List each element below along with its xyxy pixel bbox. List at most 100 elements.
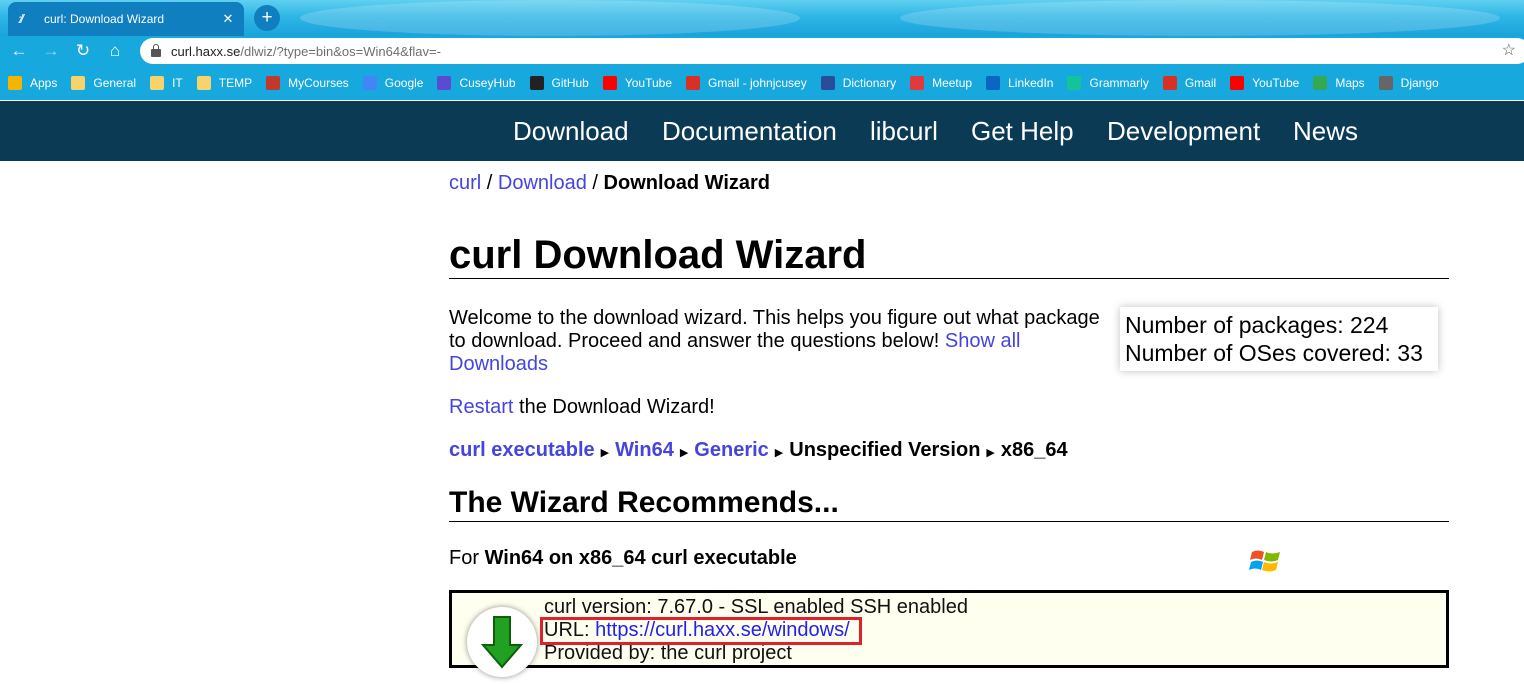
tab-title: curl: Download Wizard (44, 12, 165, 26)
bookmark-label: Gmail - johnjcusey (708, 76, 807, 90)
nav-get-help[interactable]: Get Help (971, 116, 1074, 147)
dictionary-icon (820, 76, 835, 90)
packages-count: Number of packages: 224 (1125, 312, 1389, 338)
bookmark-item[interactable]: Maps (1313, 76, 1365, 90)
breadcrumb-current: Download Wizard (603, 172, 771, 194)
mycourses-icon (266, 76, 281, 90)
provider-text: Provided by: the curl project (544, 642, 792, 664)
bookmark-item[interactable]: Gmail (1162, 76, 1217, 90)
bookmark-item[interactable]: Django (1378, 76, 1439, 90)
gmail-icon (686, 76, 701, 90)
address-toolbar: ← → ↻ ⌂ curl.haxx.se/dlwiz/?type=bin&os=… (0, 36, 1524, 66)
bookmark-label: Django (1400, 76, 1439, 90)
background-wave (900, 0, 1500, 36)
step-arrow-icon: ▶ (774, 447, 784, 459)
download-button[interactable] (467, 607, 537, 677)
bookmark-item[interactable]: General (71, 76, 136, 90)
bookmark-item[interactable]: Apps (8, 76, 57, 90)
globe-icon (1378, 76, 1393, 90)
page-title: curl Download Wizard (449, 233, 867, 277)
step-arrow-icon: ▶ (679, 447, 689, 459)
tab-close-icon[interactable]: ✕ (218, 11, 238, 27)
step-arrow-icon: ▶ (986, 447, 995, 459)
site-nav: Download Documentation libcurl Get Help … (0, 101, 1524, 161)
nav-development[interactable]: Development (1107, 116, 1260, 147)
bookmark-item[interactable]: GitHub (529, 76, 589, 90)
maps-icon (1313, 76, 1328, 90)
breadcrumb-download-link[interactable]: Download (498, 172, 587, 194)
step-arrow-icon: ▶ (600, 447, 610, 459)
bookmark-label: TEMP (218, 76, 253, 90)
bookmark-item[interactable]: Gmail - johnjcusey (686, 76, 807, 90)
nav-documentation[interactable]: Documentation (662, 116, 837, 147)
bookmark-label: Maps (1335, 76, 1365, 90)
bookmark-item[interactable]: Google (362, 76, 424, 90)
bookmark-label: MyCourses (288, 76, 349, 90)
step-arch: x86_64 (1000, 439, 1068, 461)
forward-icon[interactable]: → (40, 40, 62, 62)
restart-line: Restart the Download Wizard! (449, 396, 715, 419)
step-win64-link[interactable]: Win64 (615, 439, 674, 461)
grammarly-icon (1067, 76, 1082, 90)
breadcrumb-curl-link[interactable]: curl (449, 172, 481, 194)
step-generic-link[interactable]: Generic (694, 439, 768, 461)
bookmark-item[interactable]: Meetup (910, 76, 972, 90)
new-tab-button[interactable]: + (254, 5, 280, 31)
folder-icon (71, 76, 86, 90)
bookmark-item[interactable]: Grammarly (1067, 76, 1149, 90)
curl-favicon-icon: :// (18, 12, 24, 26)
restart-link[interactable]: Restart (449, 396, 513, 418)
bookmark-item[interactable]: Dictionary (820, 76, 896, 90)
for-prefix: For (449, 547, 485, 569)
bookmark-item[interactable]: TEMP (196, 76, 253, 90)
bookmark-item[interactable]: MyCourses (266, 76, 349, 90)
reload-icon[interactable]: ↻ (72, 40, 94, 62)
youtube-icon (602, 76, 617, 90)
bookmark-item[interactable]: IT (150, 76, 183, 90)
nav-download[interactable]: Download (513, 116, 629, 147)
download-arrow-icon (480, 616, 524, 669)
folder-icon (150, 76, 165, 90)
bookmark-item[interactable]: YouTube (1230, 76, 1299, 90)
address-bar[interactable]: curl.haxx.se/dlwiz/?type=bin&os=Win64&fl… (140, 38, 1524, 64)
youtube-icon (1230, 76, 1245, 90)
wizard-steps: curl executable ▶ Win64 ▶ Generic ▶ Unspecifie… (449, 439, 1068, 462)
recommends-divider (449, 521, 1449, 522)
bookmarks-bar: Apps General IT TEMP MyCourses Google CuseyHub… (0, 66, 1524, 100)
bookmark-label: Apps (30, 76, 58, 90)
bookmark-label: YouTube (1252, 76, 1300, 90)
breadcrumb-separator: / (481, 172, 498, 194)
bookmark-item[interactable]: YouTube (602, 76, 673, 90)
bookmark-item[interactable]: LinkedIn (986, 76, 1053, 90)
bookmark-label: YouTube (624, 76, 673, 90)
step-version: Unspecified Version (789, 439, 981, 461)
bookmark-label: GitHub (551, 76, 589, 90)
folder-icon (196, 76, 211, 90)
gmail-icon (1162, 76, 1177, 90)
restart-text: the Download Wizard! (513, 396, 715, 418)
windows-logo-icon (1249, 550, 1280, 572)
bookmark-label: Gmail (1184, 76, 1217, 90)
breadcrumb-separator: / (586, 172, 604, 194)
bookmark-label: IT (172, 76, 183, 90)
background-wave (300, 0, 800, 36)
github-icon (529, 76, 544, 90)
back-icon[interactable]: ← (8, 40, 30, 62)
google-icon (362, 76, 377, 90)
apps-grid-icon (8, 76, 22, 90)
bookmark-item[interactable]: CuseyHub (437, 76, 516, 90)
bookmark-label: CuseyHub (459, 76, 516, 90)
bookmark-star-icon[interactable]: ☆ (1502, 40, 1516, 60)
nav-news[interactable]: News (1293, 116, 1358, 147)
nav-libcurl[interactable]: libcurl (870, 116, 938, 147)
for-line: For Win64 on x86_64 curl executable (449, 547, 797, 570)
url-highlight-box (540, 617, 862, 645)
home-icon[interactable]: ⌂ (104, 40, 126, 62)
step-curl-executable-link[interactable]: curl executable (449, 439, 595, 461)
bookmark-label: Meetup (932, 76, 973, 90)
stats-box: Number of packages: 224 Number of OSes c… (1120, 307, 1438, 371)
intro-paragraph: Welcome to the download wizard. This hel… (449, 307, 1109, 376)
bookmark-label: Google (384, 76, 424, 90)
browser-tab[interactable]: :// curl: Download Wizard ✕ (8, 2, 244, 36)
lock-icon (151, 44, 161, 57)
